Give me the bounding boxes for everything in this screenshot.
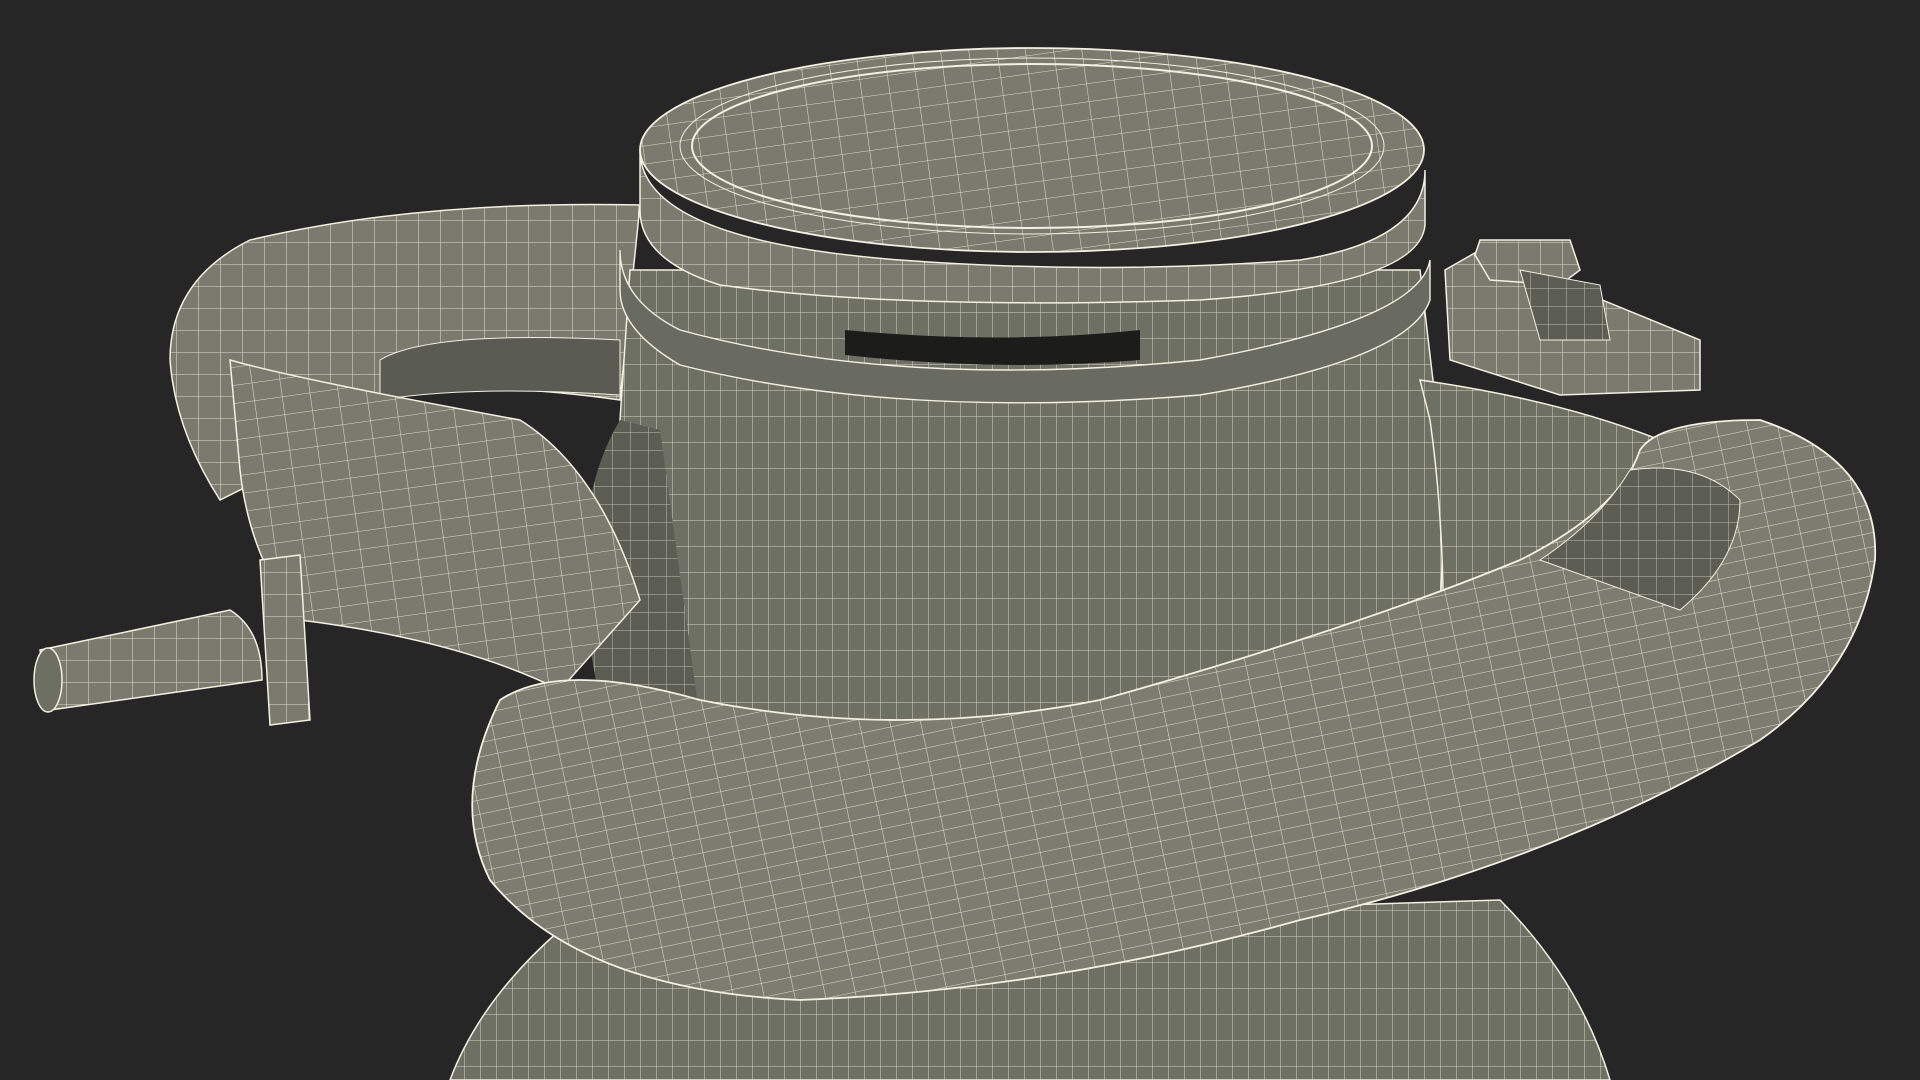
render-viewport [0,0,1920,1080]
cap-top [639,47,1425,253]
nozzle-stem [39,609,263,711]
wireframe-mesh-illustration [33,47,1877,1080]
